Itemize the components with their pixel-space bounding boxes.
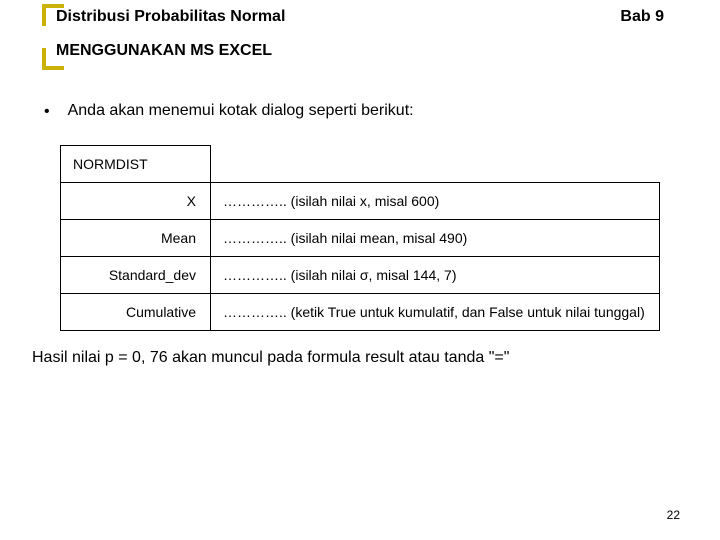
blank-head-cell [211, 146, 660, 183]
table-row: Standard_dev ………….. (isilah nilai σ, mis… [61, 257, 660, 294]
result-text: Hasil nilai p = 0, 76 akan muncul pada f… [32, 349, 720, 367]
corner-decoration-bottom [42, 48, 64, 70]
section-heading: MENGGUNAKAN MS EXCEL [42, 42, 286, 68]
page-number: 22 [667, 508, 680, 522]
param-label: X [61, 183, 211, 220]
bullet-marker: • [44, 102, 50, 121]
param-label: Cumulative [61, 294, 211, 331]
chapter-label: Bab 9 [620, 8, 664, 26]
param-value: ………….. (isilah nilai σ, misal 144, 7) [211, 257, 660, 294]
table-row: X ………….. (isilah nilai x, misal 600) [61, 183, 660, 220]
table-row: NORMDIST [61, 146, 660, 183]
param-value: ………….. (isilah nilai mean, misal 490) [211, 220, 660, 257]
param-value: ………….. (ketik True untuk kumulatif, dan … [211, 294, 660, 331]
normdist-table: NORMDIST X ………….. (isilah nilai x, misal… [60, 145, 660, 331]
param-value: ………….. (isilah nilai x, misal 600) [211, 183, 660, 220]
param-label: Standard_dev [61, 257, 211, 294]
param-label: Mean [61, 220, 211, 257]
corner-decoration-top [42, 4, 64, 26]
table-row: Cumulative ………….. (ketik True untuk kumu… [61, 294, 660, 331]
function-name-cell: NORMDIST [61, 146, 211, 183]
section-heading-wrap: MENGGUNAKAN MS EXCEL [42, 42, 720, 68]
bullet-text: Anda akan menemui kotak dialog seperti b… [68, 102, 414, 120]
table-row: Mean ………….. (isilah nilai mean, misal 49… [61, 220, 660, 257]
bullet-item: • Anda akan menemui kotak dialog seperti… [44, 102, 720, 121]
title-bar: Distribusi Probabilitas Normal Bab 9 [0, 0, 720, 30]
page-title: Distribusi Probabilitas Normal [56, 8, 285, 26]
